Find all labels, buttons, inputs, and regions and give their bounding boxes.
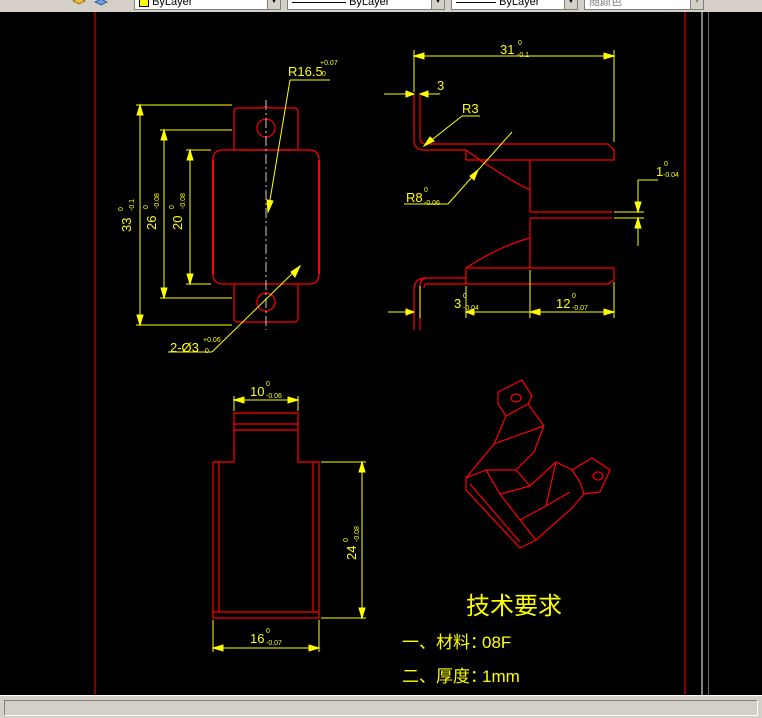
dim-holes-tol-up: +0.06 (203, 337, 221, 344)
dim-16-tol-up: 0 (266, 628, 270, 635)
dim-12-tol-dn: -0.07 (572, 305, 588, 312)
lineweight-sample-icon (456, 1, 496, 3)
dim-24-text: 24 (344, 546, 359, 560)
dim-20-tol-dn: -0.08 (180, 193, 187, 209)
isometric-view (465, 379, 611, 549)
lineweight-combo-value: ByLayer (499, 0, 540, 8)
drawing-sheet: 33 0 -0.1 26 0 -0.08 20 0 -0.08 R16.5 +0… (94, 12, 703, 695)
dim-10-tol-dn: -0.06 (266, 393, 282, 400)
dim-holes-tol-dn: 0 (205, 348, 209, 355)
frame-divider (708, 12, 709, 695)
chevron-down-icon[interactable]: ▼ (267, 0, 280, 9)
dim-r16-5-tol-dn: 0 (322, 71, 326, 78)
dim-33-tol-dn: -0.1 (129, 199, 136, 211)
front-view-dimensions (136, 79, 330, 353)
dim-16-tol-dn: -0.07 (266, 640, 282, 647)
dim-r8-tol-up: 0 (424, 187, 428, 194)
chevron-down-icon[interactable]: ▼ (431, 0, 444, 9)
dim-3-bottom-tol-up: 0 (463, 293, 467, 300)
dim-31-tol-up: 0 (518, 40, 522, 47)
notes-line2-value: 1mm (482, 667, 520, 686)
drawing-canvas[interactable]: 33 0 -0.1 26 0 -0.08 20 0 -0.08 R16.5 +0… (0, 12, 708, 695)
dim-16-text: 16 (250, 631, 264, 646)
flat-pattern-view (212, 412, 320, 619)
dim-20-tol-up: 0 (169, 205, 176, 209)
color-combo[interactable]: ByLayer ▼ (134, 0, 281, 10)
color-combo-value: ByLayer (152, 0, 193, 8)
layer-previous-icon[interactable] (94, 0, 108, 9)
notes-line2-label: 二、厚度： (402, 667, 487, 687)
horizontal-scrollbar[interactable] (0, 695, 762, 718)
flat-pattern-dimensions (211, 396, 366, 652)
dim-24-tol-dn: -0.08 (354, 526, 361, 542)
scrollbar-track[interactable] (4, 700, 758, 716)
dim-26-tol-dn: -0.08 (154, 193, 161, 209)
dim-10-text: 10 (250, 384, 264, 399)
dim-31-text: 31 (500, 42, 514, 57)
color-swatch-icon (139, 0, 149, 8)
dim-3-top-text: 3 (437, 78, 444, 93)
dim-33-tol-up: 0 (118, 207, 125, 211)
plotstyle-combo-value: 随颜色 (589, 0, 622, 8)
dim-33-text: 33 (119, 218, 134, 232)
dim-10-tol-up: 0 (266, 381, 270, 388)
dim-r16-5-tol-up: +0.07 (320, 60, 338, 67)
chevron-down-icon[interactable]: ▼ (564, 0, 577, 9)
layer-states-icon[interactable] (72, 0, 86, 9)
linetype-sample-icon (292, 1, 346, 3)
dim-r8-text: R8 (406, 190, 423, 205)
plotstyle-combo[interactable]: 随颜色 ▼ (584, 0, 704, 10)
dim-r3-text: R3 (462, 101, 479, 116)
dim-3-bottom-text: 3 (454, 296, 461, 311)
dim-26-tol-up: 0 (143, 205, 150, 209)
notes-title: 技术要求 (466, 592, 562, 620)
linetype-combo-value: ByLayer (349, 0, 390, 8)
dim-holes-text: 2-Ø3 (170, 340, 199, 355)
linetype-combo[interactable]: ByLayer ▼ (287, 0, 445, 10)
dim-r8-tol-dn: -0.06 (424, 200, 440, 207)
notes-line1-value: 08F (482, 633, 511, 652)
dim-1-tol-up: 0 (664, 161, 668, 168)
dim-3-bottom-tol-dn: -0.04 (463, 305, 479, 312)
dim-24-tol-up: 0 (343, 538, 350, 542)
dim-20-text: 20 (170, 216, 185, 230)
dim-26-text: 26 (144, 216, 159, 230)
drawing-margin-area (708, 12, 762, 695)
lineweight-combo[interactable]: ByLayer ▼ (451, 0, 578, 10)
chevron-down-icon[interactable]: ▼ (690, 0, 703, 9)
dim-1-tol-dn: -0.04 (663, 172, 679, 179)
notes-line1-label: 一、材料： (402, 633, 487, 653)
dim-12-tol-up: 0 (572, 293, 576, 300)
dim-12-text: 12 (556, 296, 570, 311)
dim-31-tol-dn: -0.1 (517, 52, 529, 59)
dim-r16-5-text: R16.5 (288, 64, 323, 79)
